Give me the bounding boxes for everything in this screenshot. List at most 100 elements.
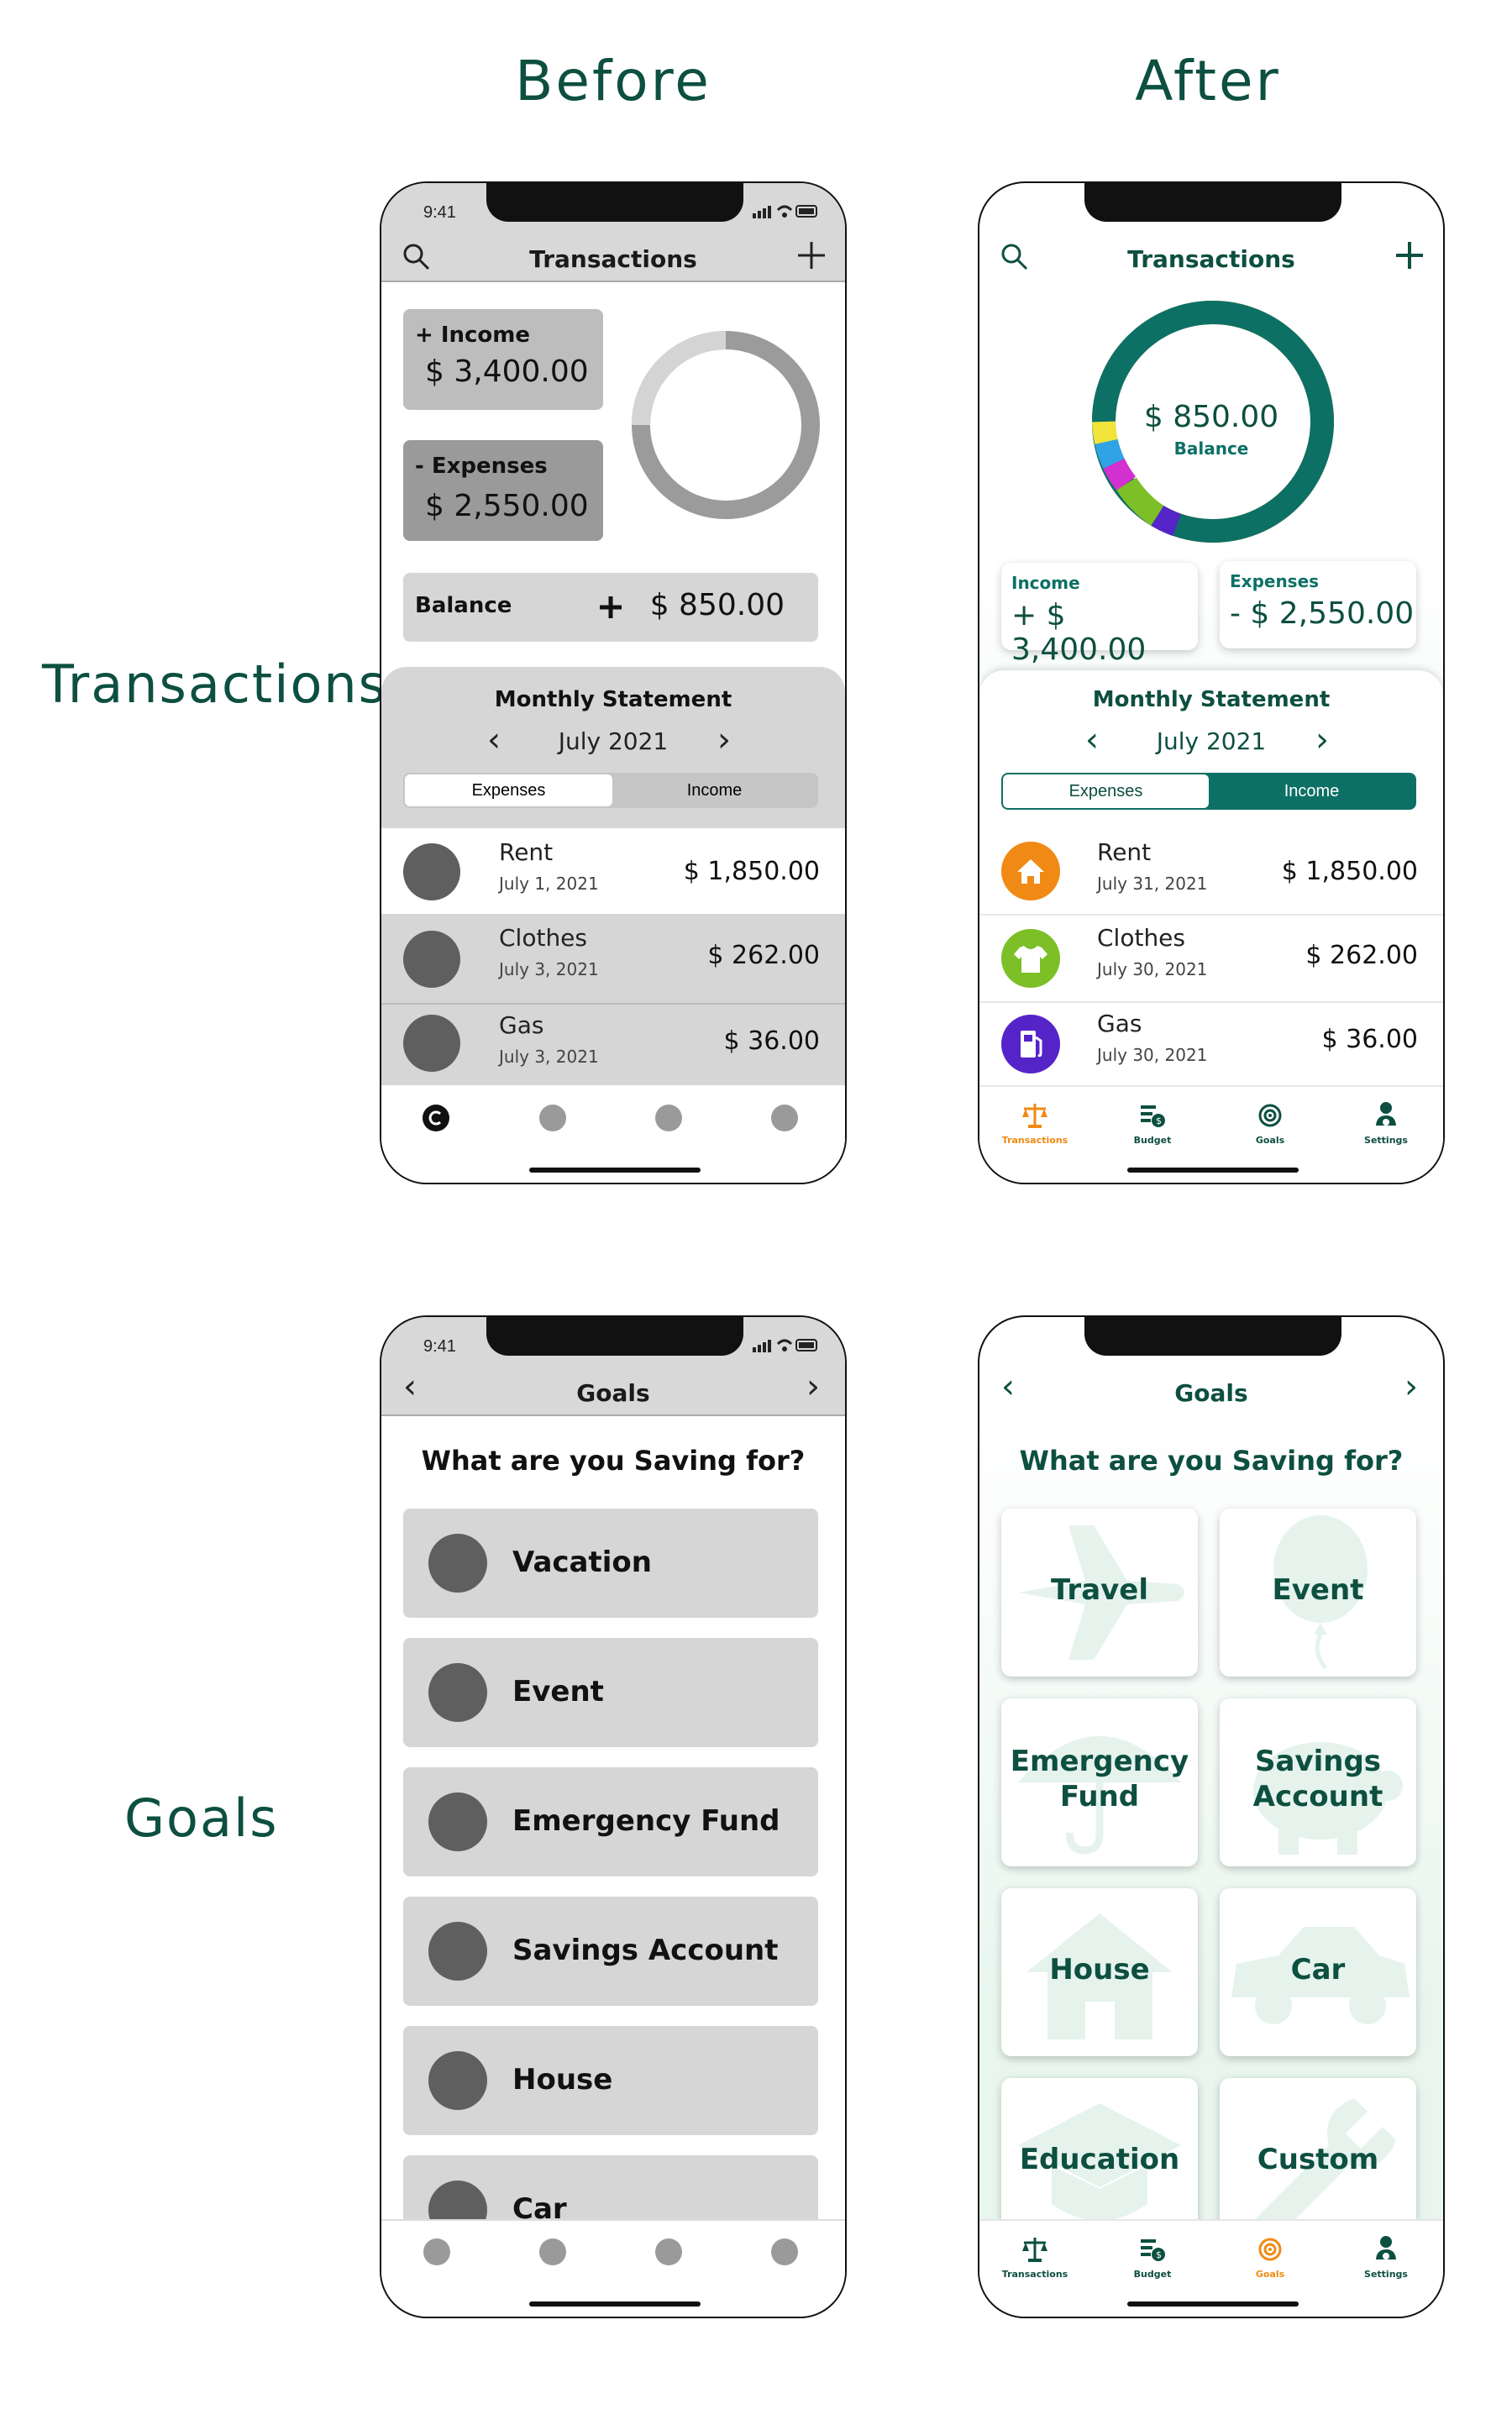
home-indicator — [1127, 2301, 1299, 2307]
goals-tab-icon[interactable] — [655, 1105, 682, 1131]
tab-budget[interactable]: $ Budget — [1110, 1102, 1194, 1146]
goal-label: Event — [512, 1675, 604, 1708]
house-icon — [1001, 842, 1060, 900]
goal-card-event[interactable]: Event — [1220, 1509, 1416, 1677]
expenses-value: $ 2,550.00 — [425, 489, 589, 523]
tab-expenses[interactable]: Expenses — [1003, 774, 1209, 808]
item-amount: $ 36.00 — [723, 1026, 820, 1056]
tab-income[interactable]: Income — [611, 773, 818, 808]
goal-card-house[interactable]: House — [1001, 1888, 1198, 2056]
target-icon — [1258, 2238, 1282, 2261]
goal-label: Savings Account — [512, 1934, 779, 1967]
status-icons — [753, 1339, 817, 1352]
goals-question: What are you Saving for? — [1019, 1445, 1404, 1477]
chevron-right-icon[interactable]: › — [1404, 1367, 1418, 1406]
goal-item[interactable]: Emergency Fund — [403, 1767, 818, 1876]
list-item[interactable]: Clothes July 30, 2021 $ 262.00 — [979, 916, 1443, 1003]
statement-title: Monthly Statement — [494, 687, 732, 712]
goals-tab-icon[interactable] — [655, 2238, 682, 2265]
goal-label: Custom — [1257, 2143, 1379, 2176]
goals-question: What are you Saving for? — [421, 1445, 806, 1477]
tab-goals[interactable]: Goals — [1228, 2236, 1312, 2280]
tab-label: Budget — [1133, 2269, 1172, 2280]
chevron-right-icon[interactable]: › — [717, 721, 731, 759]
tab-transactions[interactable]: Transactions — [993, 2236, 1077, 2280]
goal-label: Education — [1019, 2143, 1180, 2176]
balance-value: $ 850.00 — [649, 588, 785, 622]
add-icon[interactable] — [1393, 239, 1426, 272]
list-item[interactable]: Clothes July 3, 2021 $ 262.00 — [381, 916, 845, 1001]
budget-icon: $ — [1141, 1105, 1165, 1127]
category-placeholder-icon — [403, 843, 460, 900]
item-amount: $ 262.00 — [1305, 941, 1418, 970]
income-card[interactable]: + Income $ 3,400.00 — [403, 309, 603, 410]
goal-item[interactable]: House — [403, 2026, 818, 2135]
list-item[interactable]: Rent July 1, 2021 $ 1,850.00 — [381, 828, 845, 914]
tab-settings[interactable]: Settings — [1344, 2234, 1428, 2280]
goal-item[interactable]: Savings Account — [403, 1897, 818, 2006]
balance-donut-chart — [632, 331, 820, 519]
goal-label: Travel — [1050, 1573, 1149, 1607]
goal-card-emergency-fund[interactable]: Emergency Fund — [1001, 1698, 1198, 1866]
chevron-right-icon[interactable]: › — [806, 1367, 820, 1406]
balance-label: Balance — [415, 593, 512, 618]
budget-tab-icon[interactable] — [539, 1105, 566, 1131]
item-name: Rent — [499, 838, 554, 866]
goal-card-travel[interactable]: Travel — [1001, 1509, 1198, 1677]
phone-before-transactions: 9:41 Transactions + Income $ 3,400.00 - … — [380, 181, 847, 1184]
settings-tab-icon[interactable] — [771, 1105, 798, 1131]
statement-month: July 2021 — [1156, 727, 1267, 755]
tab-income[interactable]: Income — [1209, 774, 1415, 808]
tab-transactions[interactable]: Transactions — [993, 1102, 1077, 1146]
target-icon — [1258, 1104, 1282, 1127]
budget-icon: $ — [1141, 2239, 1165, 2261]
expenses-card[interactable]: Expenses - $ 2,550.00 — [1220, 561, 1416, 648]
tab-goals[interactable]: Goals — [1228, 1102, 1312, 1146]
item-name: Gas — [499, 1011, 544, 1039]
segmented-control: Expenses Income — [1001, 773, 1416, 810]
transactions-tab-icon[interactable] — [423, 2238, 450, 2265]
list-item[interactable]: Gas July 30, 2021 $ 36.00 — [979, 1003, 1443, 1089]
tab-budget[interactable]: $ Budget — [1110, 2236, 1194, 2280]
item-date: July 30, 2021 — [1097, 1045, 1208, 1065]
list-item[interactable]: Rent July 31, 2021 $ 1,850.00 — [979, 828, 1443, 916]
goals-row-heading: Goals — [124, 1787, 279, 1849]
svg-text:$: $ — [1156, 1115, 1162, 1126]
item-amount: $ 1,850.00 — [1281, 857, 1418, 886]
transactions-tab-icon[interactable] — [422, 1104, 450, 1132]
add-icon[interactable] — [795, 239, 828, 272]
goal-label: House — [512, 2063, 613, 2097]
page-title: Transactions — [1127, 245, 1295, 273]
goal-item[interactable]: Event — [403, 1638, 818, 1747]
income-card[interactable]: Income + $ 3,400.00 — [1001, 563, 1198, 667]
notch — [486, 183, 743, 222]
goal-card-car[interactable]: Car — [1220, 1888, 1416, 2056]
budget-tab-icon[interactable] — [539, 2238, 566, 2265]
goal-label: Car — [1290, 1953, 1346, 1987]
segmented-control: Expenses Income — [403, 773, 818, 808]
status-time: 9:41 — [423, 203, 456, 222]
goal-placeholder-icon — [428, 1663, 487, 1722]
user-gear-icon — [1376, 1102, 1396, 1126]
income-label: Income — [1011, 573, 1080, 593]
goal-item[interactable]: Vacation — [403, 1509, 818, 1618]
notch — [486, 1317, 743, 1356]
goal-card-savings-account[interactable]: Savings Account — [1220, 1698, 1416, 1866]
list-item[interactable]: Gas July 3, 2021 $ 36.00 — [381, 1003, 845, 1090]
tab-expenses[interactable]: Expenses — [405, 774, 612, 806]
scale-icon — [1022, 1104, 1047, 1128]
phone-after-transactions: Transactions $ 850.00 Balance Income + $… — [978, 181, 1445, 1184]
tab-settings[interactable]: Settings — [1344, 1100, 1428, 1146]
expenses-card[interactable]: - Expenses $ 2,550.00 — [403, 440, 603, 541]
settings-tab-icon[interactable] — [771, 2238, 798, 2265]
tab-label: Transactions — [1001, 1135, 1068, 1146]
home-indicator — [1127, 1168, 1299, 1173]
balance-card[interactable]: Balance $ 850.00 — [403, 573, 818, 642]
goal-placeholder-icon — [428, 1792, 487, 1851]
after-heading: After — [1135, 49, 1281, 113]
chevron-right-icon[interactable]: › — [1315, 721, 1329, 759]
goal-label: Event — [1272, 1573, 1364, 1607]
notch — [1084, 1317, 1341, 1356]
page-title: Goals — [1174, 1379, 1248, 1407]
shirt-icon — [1001, 929, 1060, 988]
